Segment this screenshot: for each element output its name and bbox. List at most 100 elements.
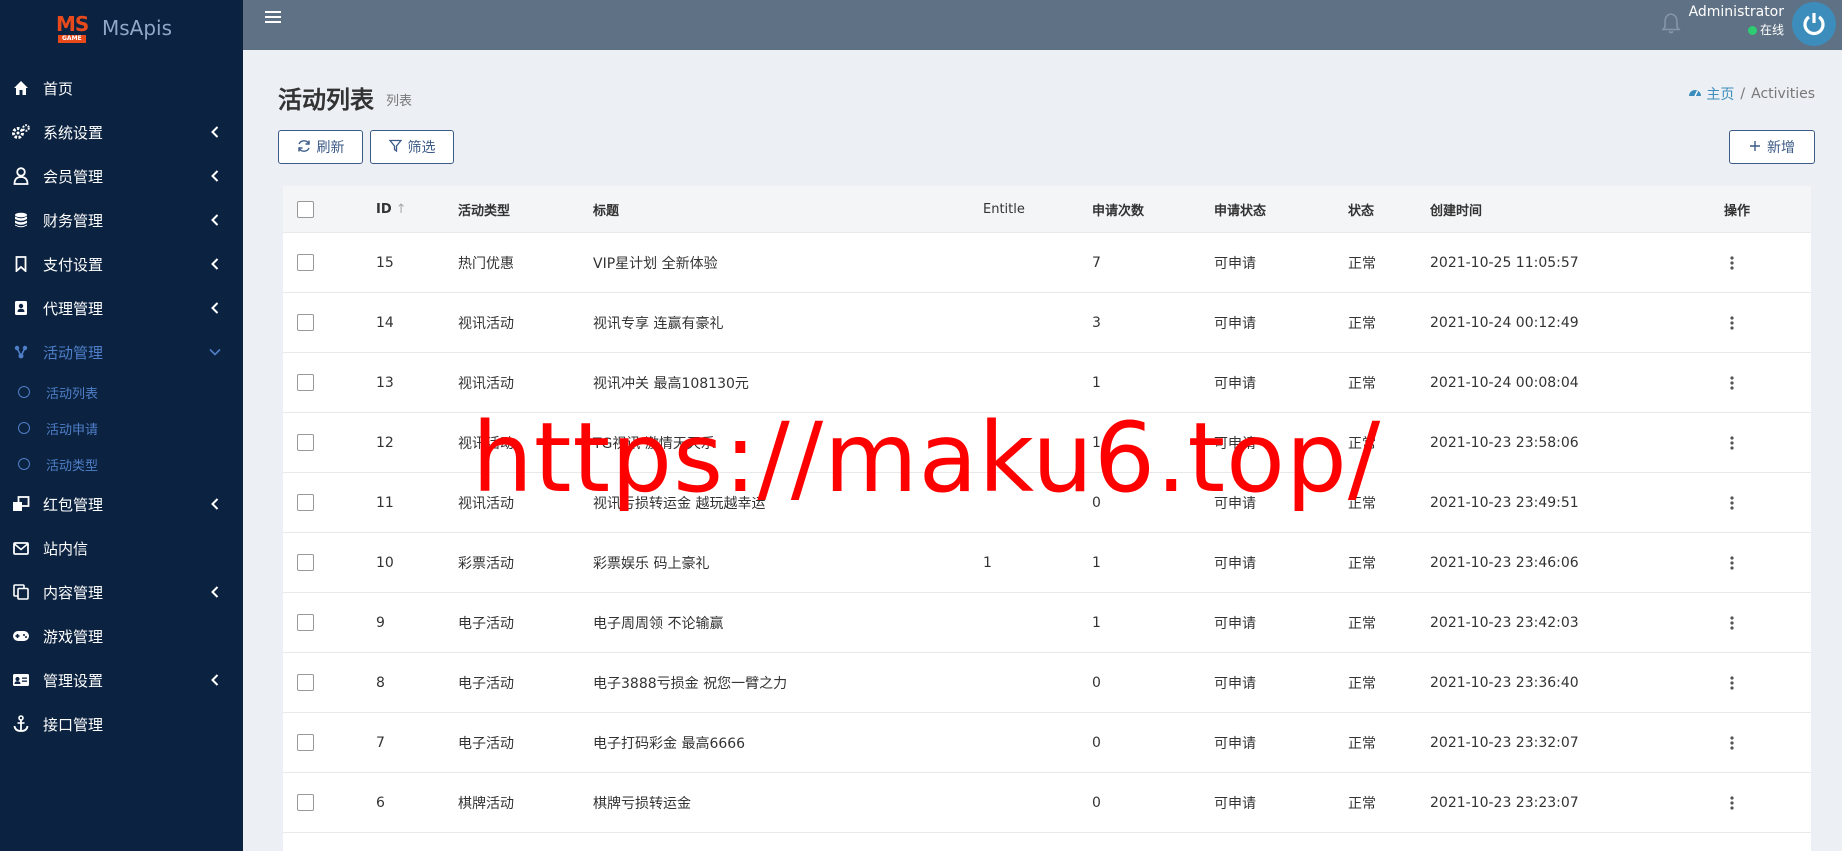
bell-icon[interactable] xyxy=(1661,12,1681,34)
row-checkbox[interactable] xyxy=(297,434,314,451)
brand[interactable]: MS GAME MsApis xyxy=(0,0,243,56)
user-info[interactable]: Administrator 在线 xyxy=(1689,3,1784,39)
cell-title: 视讯专享 连赢有豪礼 xyxy=(593,315,724,332)
anchor-icon xyxy=(11,714,31,734)
sidebar-item-payment[interactable]: 支付设置 xyxy=(0,242,243,286)
cell-id: 11 xyxy=(376,494,394,511)
cell-id: 13 xyxy=(376,374,394,391)
cell-apply-status: 可申请 xyxy=(1214,315,1256,332)
row-checkbox[interactable] xyxy=(297,314,314,331)
more-actions-icon[interactable] xyxy=(1724,555,1740,571)
user-icon xyxy=(11,166,31,186)
sidebar-item-label: 财务管理 xyxy=(43,211,104,230)
cell-apply-status: 可申请 xyxy=(1214,795,1256,812)
cell-apply-status: 可申请 xyxy=(1214,255,1256,272)
sidebar-item-system[interactable]: 系统设置 xyxy=(0,110,243,154)
row-checkbox[interactable] xyxy=(297,674,314,691)
gamepad-icon xyxy=(11,626,31,646)
sidebar-item-messages[interactable]: 站内信 xyxy=(0,526,243,570)
row-checkbox[interactable] xyxy=(297,494,314,511)
row-checkbox[interactable] xyxy=(297,614,314,631)
refresh-button[interactable]: 刷新 xyxy=(278,130,363,164)
sidebar-item-label: 代理管理 xyxy=(43,299,104,318)
power-icon[interactable] xyxy=(1792,2,1836,46)
sidebar-menu: 首页 系统设置 会员管理 财务管理 支付设置 代理管理 活动管理 活动列表 活动… xyxy=(0,66,243,746)
table-row[interactable]: 6 棋牌活动 棋牌亏损转运金 0 可申请 正常 2021-10-23 23:23:07 xyxy=(283,772,1811,832)
add-label: 新增 xyxy=(1767,139,1795,155)
column-header-id[interactable]: ID ↑ xyxy=(376,202,407,217)
submenu-item-label: 活动申请 xyxy=(46,422,99,438)
activities-submenu: 活动列表 活动申请 活动类型 xyxy=(0,374,243,482)
sidebar-item-content[interactable]: 内容管理 xyxy=(0,570,243,614)
sidebar-item-admin-settings[interactable]: 管理设置 xyxy=(0,658,243,702)
more-actions-icon[interactable] xyxy=(1724,795,1740,811)
dashboard-icon xyxy=(1688,86,1702,102)
circle-icon xyxy=(18,458,30,470)
breadcrumb-home[interactable]: 主页 xyxy=(1688,84,1734,104)
cell-apply-status: 可申请 xyxy=(1214,735,1256,752)
hamburger-menu-icon[interactable] xyxy=(265,11,281,25)
column-header-count: 申请次数 xyxy=(1092,203,1145,219)
cell-type: 电子活动 xyxy=(458,735,514,752)
more-actions-icon[interactable] xyxy=(1724,675,1740,691)
cell-created: 2021-10-24 00:12:49 xyxy=(1430,314,1579,331)
cell-type: 视讯活动 xyxy=(458,375,514,392)
plus-icon xyxy=(1749,139,1761,155)
table-row[interactable]: 15 热门优惠 VIP星计划 全新体验 7 可申请 正常 2021-10-25 11:05:… xyxy=(283,232,1811,292)
filter-button[interactable]: 筛选 xyxy=(370,130,454,164)
sidebar-item-api[interactable]: 接口管理 xyxy=(0,702,243,746)
chevron-left-icon xyxy=(207,256,223,272)
sidebar-item-home[interactable]: 首页 xyxy=(0,66,243,110)
sidebar-item-label: 游戏管理 xyxy=(43,627,104,646)
sidebar-item-finance[interactable]: 财务管理 xyxy=(0,198,243,242)
user-status-text: 在线 xyxy=(1759,23,1784,37)
row-checkbox[interactable] xyxy=(297,554,314,571)
sidebar-item-members[interactable]: 会员管理 xyxy=(0,154,243,198)
more-actions-icon[interactable] xyxy=(1724,435,1740,451)
sidebar-item-agents[interactable]: 代理管理 xyxy=(0,286,243,330)
table-row[interactable]: 9 电子活动 电子周周领 不论输赢 1 可申请 正常 2021-10-23 23:42:03 xyxy=(283,592,1811,652)
row-checkbox[interactable] xyxy=(297,794,314,811)
submenu-item-activity-list[interactable]: 活动列表 xyxy=(0,374,243,410)
row-checkbox[interactable] xyxy=(297,254,314,271)
column-header-created: 创建时间 xyxy=(1430,203,1483,219)
more-actions-icon[interactable] xyxy=(1724,255,1740,271)
select-all-checkbox[interactable] xyxy=(297,200,314,218)
row-checkbox[interactable] xyxy=(297,734,314,751)
cell-status: 正常 xyxy=(1348,615,1376,632)
cell-title: VIP星计划 全新体验 xyxy=(593,255,718,272)
table-row[interactable]: 8 电子活动 电子3888亏损金 祝您一臂之力 0 可申请 正常 2021-10-23 23… xyxy=(283,652,1811,712)
cell-status: 正常 xyxy=(1348,735,1376,752)
cell-status: 正常 xyxy=(1348,255,1376,272)
envelope-icon xyxy=(11,538,31,558)
app-name: MsApis xyxy=(102,16,173,40)
more-actions-icon[interactable] xyxy=(1724,375,1740,391)
refresh-icon xyxy=(297,139,311,156)
submenu-item-activity-types[interactable]: 活动类型 xyxy=(0,446,243,482)
cell-created: 2021-10-23 23:36:40 xyxy=(1430,674,1579,691)
table-row[interactable]: 5现金回馈全勤奖 18888元月月回馈2可申请正常2021-10-23 23:1… xyxy=(283,832,1811,851)
more-actions-icon[interactable] xyxy=(1724,495,1740,511)
submenu-item-label: 活动类型 xyxy=(46,458,99,474)
sidebar-item-games[interactable]: 游戏管理 xyxy=(0,614,243,658)
sidebar-item-redpacket[interactable]: 红包管理 xyxy=(0,482,243,526)
more-actions-icon[interactable] xyxy=(1724,315,1740,331)
submenu-item-activity-apply[interactable]: 活动申请 xyxy=(0,410,243,446)
table-row[interactable]: 7 电子活动 电子打码彩金 最高6666 0 可申请 正常 2021-10-23 23:32… xyxy=(283,712,1811,772)
more-actions-icon[interactable] xyxy=(1724,735,1740,751)
cell-type: 棋牌活动 xyxy=(458,795,514,812)
table-row[interactable]: 14 视讯活动 视讯专享 连赢有豪礼 3 可申请 正常 2021-10-24 00:12:4… xyxy=(283,292,1811,352)
activities-table: ID ↑ 活动类型 标题 Entitle 申请次数 申请状态 状态 创建时间 操作… xyxy=(283,186,1811,851)
cell-title: 视讯冲关 最高108130元 xyxy=(593,375,749,392)
table-row[interactable]: 10 彩票活动 彩票娱乐 码上豪礼 1 1 可申请 正常 2021-10-23 23:46:0… xyxy=(283,532,1811,592)
cell-id: 10 xyxy=(376,554,394,571)
sidebar-item-activities[interactable]: 活动管理 xyxy=(0,330,243,374)
user-status: 在线 xyxy=(1689,21,1784,39)
cell-id: 15 xyxy=(376,254,394,271)
add-button[interactable]: 新增 xyxy=(1729,130,1815,164)
activity-icon xyxy=(11,342,31,362)
cell-created: 2021-10-23 23:49:51 xyxy=(1430,494,1579,511)
row-checkbox[interactable] xyxy=(297,374,314,391)
more-actions-icon[interactable] xyxy=(1724,615,1740,631)
cell-type: 热门优惠 xyxy=(458,255,514,272)
